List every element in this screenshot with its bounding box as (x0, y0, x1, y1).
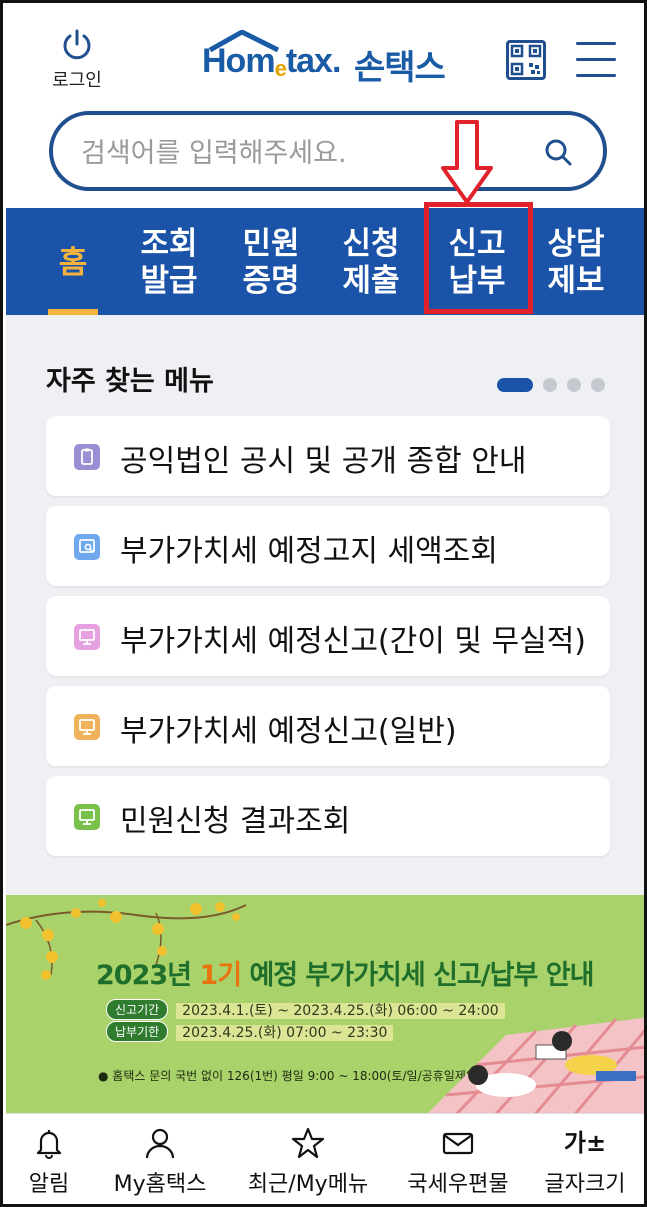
nav-item-label: 제보 (547, 263, 605, 299)
search-icon (545, 139, 572, 166)
monitor-icon (74, 804, 100, 830)
nav-item-inquiry-issue[interactable]: 조회 발급 (124, 226, 214, 300)
banner-title-year: 2023년 (96, 960, 192, 991)
clipboard-icon (74, 444, 100, 470)
nav-item-label: 홈 (58, 245, 88, 281)
tab-label: 알림 (28, 1172, 70, 1197)
envelope-icon (442, 1132, 474, 1155)
nav-item-label: 민원 (242, 226, 300, 262)
menu-card-label: 부가가치세 예정신고(간이 및 무실적) (120, 624, 587, 659)
power-icon (63, 29, 91, 60)
tab-label: 최근/My메뉴 (247, 1172, 369, 1197)
pagination-dot[interactable] (567, 378, 581, 392)
banner-title-highlight: 1기 (199, 960, 242, 991)
menu-card-label: 부가가치세 예정신고(일반) (120, 714, 457, 749)
tab-notifications[interactable]: 알림 (16, 1126, 82, 1198)
app-header: 로그인 Hometax. 손택스 (6, 6, 644, 206)
banner-title: 2023년 1기 예정 부가가치세 신고/납부 안내 (96, 953, 594, 992)
tab-label: 국세우편물 (407, 1172, 509, 1197)
vat-notice-banner[interactable]: 2023년 1기 예정 부가가치세 신고/납부 안내 신고기간 2023.4.1.… (6, 895, 644, 1113)
monitor-icon (74, 624, 100, 650)
search-button[interactable] (539, 133, 579, 173)
hamburger-menu-button[interactable] (576, 42, 616, 78)
banner-deadline-row: 납부기한 2023.4.25.(화) 07:00 ~ 23:30 (106, 1021, 394, 1042)
font-size-icon: 가± (563, 1129, 607, 1157)
section-title: 자주 찾는 메뉴 (46, 366, 214, 397)
pagination-dot[interactable] (591, 378, 605, 392)
logo-wordmark: Hometax. (202, 42, 342, 82)
search-bar (49, 111, 607, 191)
menu-line-icon (576, 58, 616, 61)
annotation-arrow-icon (441, 120, 493, 204)
menu-line-icon (576, 74, 616, 77)
nav-item-consult-report[interactable]: 상담 제보 (531, 226, 621, 300)
nav-item-label: 발급 (140, 263, 198, 299)
nav-item-civil-certificate[interactable]: 민원 증명 (226, 226, 316, 300)
menu-card-label: 민원신청 결과조회 (120, 804, 351, 839)
pagination-dot-active[interactable] (497, 378, 533, 392)
annotation-highlight-box (424, 202, 533, 314)
app-frame: 로그인 Hometax. 손택스 검색어를 입력해주세요. 홈 조회 발급 민원… (0, 0, 647, 1207)
star-icon (291, 1127, 325, 1159)
logo-tax-text: tax. (285, 42, 342, 80)
menu-card-vat-notice[interactable]: 부가가치세 예정고지 세액조회 (46, 506, 610, 586)
login-button[interactable]: 로그인 (40, 28, 114, 92)
monitor-icon (74, 714, 100, 740)
nav-item-label: 신청 (342, 226, 400, 262)
tab-my-hometax[interactable]: My홈택스 (102, 1126, 218, 1198)
nav-item-apply-submit[interactable]: 신청 제출 (326, 226, 416, 300)
period-tag: 신고기간 (106, 999, 169, 1020)
tab-recent-my-menu[interactable]: 최근/My메뉴 (236, 1126, 380, 1198)
login-label: 로그인 (52, 70, 102, 91)
menu-line-icon (576, 42, 616, 45)
logo-sontax-text: 손택스 (354, 48, 446, 88)
tab-tax-mail[interactable]: 국세우편물 (398, 1126, 518, 1198)
nav-item-label: 제출 (342, 263, 400, 299)
menu-card-public-interest[interactable]: 공익법인 공시 및 공개 종합 안내 (46, 416, 610, 496)
qr-icon (510, 44, 542, 76)
menu-card-vat-general[interactable]: 부가가치세 예정신고(일반) (46, 686, 610, 766)
logo-e-text: e (274, 56, 287, 81)
search-doc-icon (74, 534, 100, 560)
deadline-value: 2023.4.25.(화) 07:00 ~ 23:30 (176, 1025, 394, 1041)
logo-home-text: Hom (202, 42, 276, 80)
tab-label: My홈택스 (113, 1172, 207, 1197)
hometax-logo[interactable]: Hometax. 손택스 (202, 30, 452, 90)
bell-icon (36, 1130, 62, 1159)
deadline-tag: 납부기한 (106, 1021, 169, 1042)
nav-item-label: 증명 (242, 263, 300, 299)
person-icon (145, 1128, 175, 1159)
main-nav: 홈 조회 발급 민원 증명 신청 제출 신고 납부 상담 제보 (6, 208, 644, 315)
bottom-tab-bar: 알림 My홈택스 최근/My메뉴 국세우편물 가± 글자크기 (6, 1113, 644, 1204)
pagination-dot[interactable] (543, 378, 557, 392)
menu-card-civil-result[interactable]: 민원신청 결과조회 (46, 776, 610, 856)
nav-item-label: 조회 (140, 226, 198, 262)
menu-card-vat-simple[interactable]: 부가가치세 예정신고(간이 및 무실적) (46, 596, 610, 676)
tab-label: 글자크기 (544, 1172, 626, 1197)
frequent-menu-section: 자주 찾는 메뉴 공익법인 공시 및 공개 종합 안내 부가가치세 예정고지 세… (6, 315, 644, 895)
menu-card-label: 공익법인 공시 및 공개 종합 안내 (120, 444, 527, 479)
nav-item-label: 상담 (547, 226, 605, 262)
menu-card-label: 부가가치세 예정고지 세액조회 (120, 534, 498, 569)
nav-item-home[interactable]: 홈 (28, 245, 118, 282)
qr-code-button[interactable] (506, 40, 546, 80)
banner-title-rest: 예정 부가가치세 신고/납부 안내 (249, 960, 594, 991)
tab-font-size[interactable]: 가± 글자크기 (536, 1126, 634, 1198)
picnic-illustration (428, 1017, 644, 1113)
